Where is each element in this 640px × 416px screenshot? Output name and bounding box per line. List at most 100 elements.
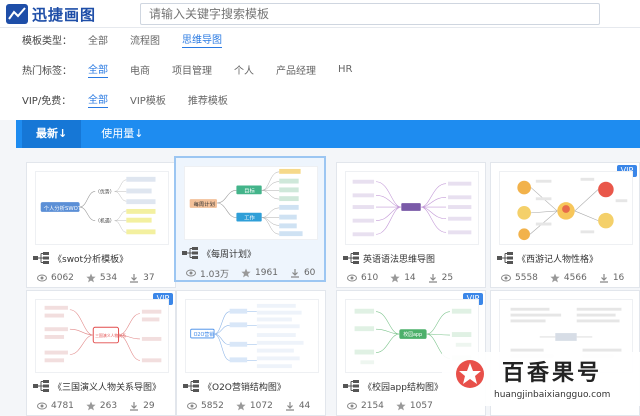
template-card-swot[interactable]: 个人分析SWOT （优势） （机遇） 《swot分析模板》 6062 534 3… <box>26 162 176 288</box>
view-count: 4781 <box>37 401 74 411</box>
download-icon <box>290 268 300 278</box>
view-count-value: 5852 <box>201 401 224 411</box>
tag-option-personal[interactable]: 个人 <box>234 62 254 77</box>
favorite-count-value: 534 <box>99 273 118 283</box>
favorite-count-value: 263 <box>99 401 118 411</box>
favorite-count-value: 4566 <box>563 273 587 283</box>
tag-option-hr[interactable]: HR <box>338 64 352 75</box>
app-logo[interactable]: 迅捷画图 <box>6 3 96 25</box>
template-title-text: 《O2O营销结构图》 <box>203 382 286 393</box>
mindmap-icon <box>33 380 49 392</box>
tag-option-project[interactable]: 项目管理 <box>172 62 212 77</box>
download-count-value: 37 <box>143 273 155 283</box>
filter-label: 模板类型： <box>22 35 72 47</box>
template-title[interactable]: 《swot分析模板》 <box>33 250 173 266</box>
template-card-weekly-plan[interactable]: 每周计划 目标 工作 《每周计划》 1.03万 1961 60 <box>174 156 326 282</box>
download-count-value: 44 <box>298 401 311 411</box>
template-title-text: 《三国演义人物关系导图》 <box>53 382 162 393</box>
template-thumbnail[interactable] <box>345 171 479 245</box>
view-count: 1.03万 <box>186 267 229 280</box>
tag-option-all[interactable]: 全部 <box>88 61 108 78</box>
template-title[interactable]: 《每周计划》 <box>182 245 322 261</box>
favorite-count: 1057 <box>396 401 433 411</box>
logo-text: 迅捷画图 <box>32 5 97 24</box>
eye-icon <box>347 401 357 411</box>
favorite-count: 1961 <box>241 268 278 278</box>
thumb-branch-text: （优势） <box>95 188 114 195</box>
view-count-value: 610 <box>361 273 379 283</box>
download-icon <box>129 401 139 411</box>
template-title[interactable]: 《三国演义人物关系导图》 <box>33 378 173 394</box>
download-count: 37 <box>129 273 155 283</box>
star-icon <box>241 268 251 278</box>
template-thumbnail[interactable]: O2O营销 <box>185 299 319 373</box>
template-card-o2o[interactable]: O2O营销 《O2O营销结构图》 5852 1072 44 <box>176 290 326 416</box>
download-count: 16 <box>599 273 624 283</box>
download-count-value: 16 <box>612 273 625 283</box>
view-count-value: 1.03万 <box>200 269 230 280</box>
download-count: 60 <box>290 268 315 278</box>
template-title-text: 《校园app结构图》 <box>363 382 443 393</box>
filter-row-type: 模板类型： 全部 流程图 思维导图 <box>22 30 244 48</box>
thumb-center-text: O2O营销 <box>194 331 215 338</box>
template-card-journey-west[interactable]: VIP 《西游记人物性格》 55 <box>490 162 640 288</box>
template-title[interactable]: 《O2O营销结构图》 <box>183 378 323 394</box>
template-stats: 5852 1072 44 <box>187 399 327 413</box>
favorite-count: 14 <box>390 273 416 283</box>
template-card-three-kingdoms[interactable]: VIP 三国演义人物关系 《三国演义人物关系导图》 <box>26 290 176 416</box>
filter-row-tags: 热门标签： 全部 电商 项目管理 个人 产品经理 HR <box>22 60 374 78</box>
logo-icon <box>6 4 28 24</box>
mindmap-icon <box>343 252 359 264</box>
eye-icon <box>187 401 197 411</box>
mindmap-thumbnail <box>352 179 472 237</box>
download-icon <box>599 273 609 283</box>
filter-option-all[interactable]: 全部 <box>88 32 108 47</box>
filter-option-flowchart[interactable]: 流程图 <box>130 32 160 47</box>
search-input[interactable] <box>140 3 600 25</box>
favorite-count-value: 1072 <box>249 401 273 411</box>
download-icon <box>428 273 438 283</box>
template-title[interactable]: 《西游记人物性格》 <box>497 250 637 266</box>
eye-icon <box>186 268 196 278</box>
eye-icon <box>347 273 357 283</box>
star-icon <box>86 401 96 411</box>
favorite-count: 263 <box>86 401 117 411</box>
filter-option-mindmap[interactable]: 思维导图 <box>182 31 222 48</box>
download-count: 25 <box>428 273 453 283</box>
mindmap-thumbnail: 个人分析SWOT （优势） （机遇） <box>40 176 156 235</box>
top-bar: 迅捷画图 <box>0 0 640 28</box>
filter-label: 热门标签： <box>22 65 72 77</box>
mindmap-icon <box>343 380 359 392</box>
favorite-count-value: 1057 <box>409 401 433 411</box>
sort-usage-button[interactable]: 使用量↓ <box>87 120 157 148</box>
vip-option-vip[interactable]: VIP模板 <box>130 92 166 107</box>
template-thumbnail[interactable] <box>499 171 633 245</box>
view-count-value: 4781 <box>51 401 74 411</box>
thumb-center-text: 校园app <box>403 331 422 338</box>
tag-option-pm[interactable]: 产品经理 <box>276 62 316 77</box>
star-icon <box>86 273 96 283</box>
mindmap-icon <box>33 252 49 264</box>
sort-newest-button[interactable]: 最新↓ <box>22 120 82 148</box>
vip-option-recommended[interactable]: 推荐模板 <box>188 92 228 107</box>
download-count-value: 29 <box>143 401 155 411</box>
template-thumbnail[interactable]: 每周计划 目标 工作 <box>184 166 318 240</box>
template-title-text: 英语语法思维导图 <box>363 254 436 265</box>
mindmap-icon <box>182 247 198 259</box>
view-count: 2154 <box>347 401 384 411</box>
template-title-text: 《swot分析模板》 <box>53 254 129 265</box>
template-title[interactable]: 英语语法思维导图 <box>343 250 483 266</box>
template-stats: 5558 4566 16 <box>501 271 640 285</box>
view-count-value: 2154 <box>361 401 384 411</box>
template-thumbnail[interactable]: 个人分析SWOT （优势） （机遇） <box>35 171 169 245</box>
star-icon <box>396 401 406 411</box>
mindmap-icon <box>183 380 199 392</box>
favorite-count-value: 1961 <box>255 268 278 278</box>
watermark: 百香果号 huangjinbaixiangguo.com <box>442 352 640 406</box>
template-stats: 4781 263 29 <box>37 399 177 413</box>
tag-option-ecommerce[interactable]: 电商 <box>130 62 150 77</box>
template-thumbnail[interactable]: 三国演义人物关系 <box>35 299 169 373</box>
download-count-value: 60 <box>303 268 316 278</box>
vip-option-all[interactable]: 全部 <box>88 91 108 108</box>
template-card-english-grammar[interactable]: 英语语法思维导图 610 14 25 <box>336 162 486 288</box>
